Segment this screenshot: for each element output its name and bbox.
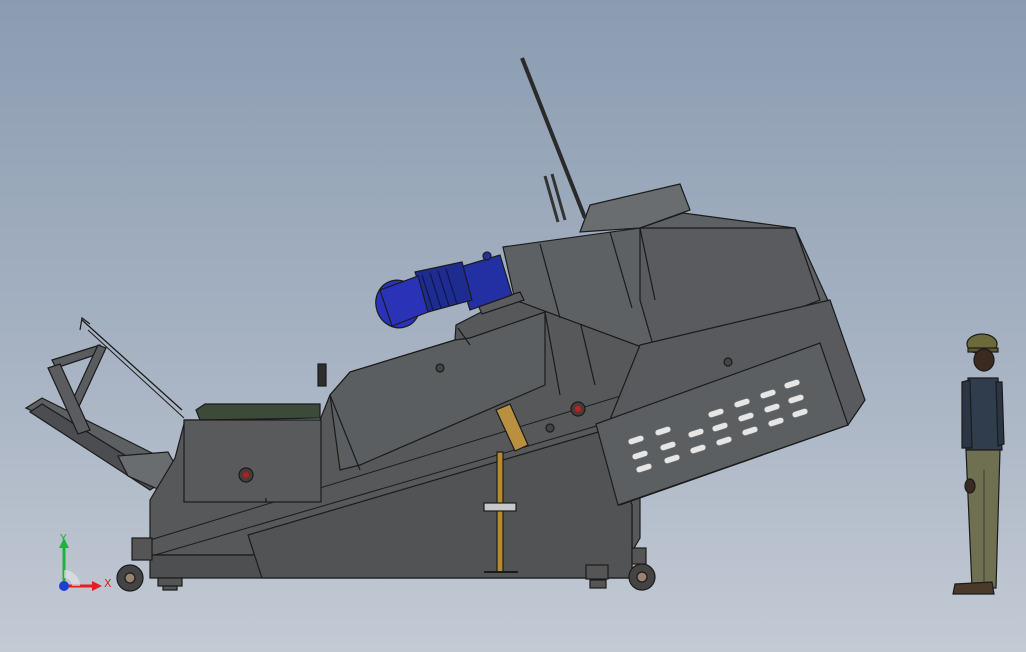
worker-legs bbox=[965, 449, 1001, 589]
worker-figure bbox=[952, 333, 1005, 595]
caster-wheel-left bbox=[116, 537, 153, 592]
worker-hand bbox=[964, 478, 976, 494]
side-cover-panel bbox=[183, 419, 322, 503]
cad-viewport[interactable]: Y X bbox=[0, 0, 1026, 652]
axis-x-label: X bbox=[104, 577, 112, 590]
axis-y-label: Y bbox=[60, 532, 67, 545]
leveling-foot-left bbox=[157, 577, 183, 591]
feed-hopper bbox=[195, 403, 321, 421]
worker-head bbox=[973, 348, 995, 372]
leveling-foot-right bbox=[585, 564, 609, 589]
axis-triad-graphic bbox=[59, 538, 102, 591]
infeed-chute bbox=[24, 316, 185, 491]
control-handle[interactable] bbox=[317, 363, 327, 387]
vertical-rod bbox=[520, 57, 587, 219]
conveyor-machine[interactable] bbox=[24, 57, 866, 592]
worker-boots bbox=[952, 581, 995, 595]
caster-wheel-right bbox=[628, 547, 656, 591]
cad-scene[interactable] bbox=[0, 0, 1026, 652]
